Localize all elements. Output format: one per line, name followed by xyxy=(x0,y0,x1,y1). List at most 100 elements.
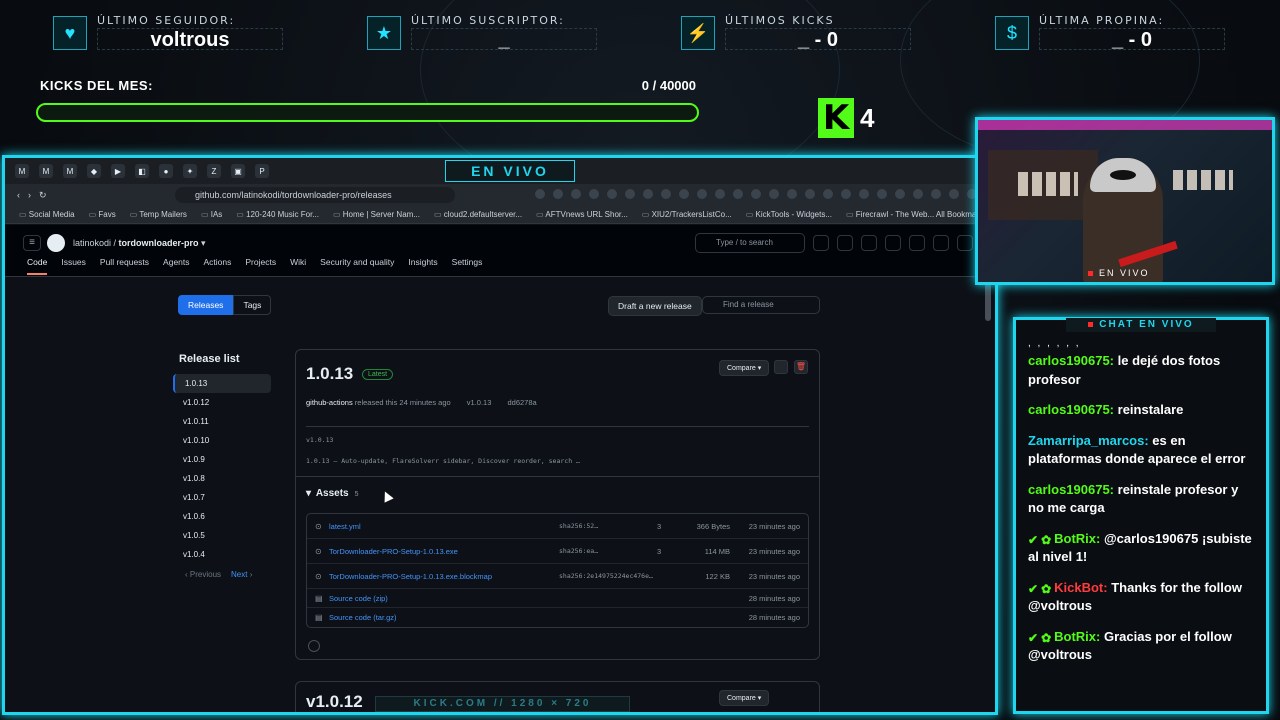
asset-sha[interactable]: sha256:ea… xyxy=(559,547,598,555)
chat-username[interactable]: carlos190675: xyxy=(1028,402,1114,417)
release-list-item[interactable]: v1.0.11 xyxy=(173,412,271,431)
tab-favicon-icon[interactable]: M xyxy=(39,164,53,178)
chat-username[interactable]: BotRix: xyxy=(1054,629,1100,644)
star-icon: ★ xyxy=(367,16,401,50)
scrollbar[interactable] xyxy=(985,281,991,321)
add-reaction-icon[interactable] xyxy=(308,640,320,652)
draft-release-button[interactable]: Draft a new release xyxy=(608,296,702,316)
tags-tab[interactable]: Tags xyxy=(233,295,272,315)
tab-favicon-icon[interactable]: ◆ xyxy=(87,164,101,178)
menu-icon[interactable]: ≡ xyxy=(23,235,41,251)
source-link[interactable]: Source code (tar.gz) xyxy=(329,613,397,622)
hex-lights xyxy=(1173,170,1233,190)
repo-name-link[interactable]: tordownloader-pro xyxy=(119,238,199,248)
assets-toggle[interactable]: ▾ Assets 5 xyxy=(306,488,359,499)
asset-sha[interactable]: sha256:52… xyxy=(559,522,598,530)
asset-time: 23 minutes ago xyxy=(748,522,800,531)
chat-message: Zamarripa_marcos: es en plataformas dond… xyxy=(1028,432,1256,469)
releases-tags-toggle: Releases Tags xyxy=(178,295,272,315)
asset-link[interactable]: TorDownloader-PRO-Setup-1.0.13.exe.block… xyxy=(329,572,492,581)
tab-settings[interactable]: Settings xyxy=(452,257,483,275)
tab-favicon-icon[interactable]: M xyxy=(15,164,29,178)
tab-projects[interactable]: Projects xyxy=(245,257,276,275)
bookmark-item[interactable]: Social Media xyxy=(19,210,75,219)
tab-code[interactable]: Code xyxy=(27,257,48,275)
pager-next[interactable]: Next xyxy=(231,570,247,579)
source-row: ▤ Source code (zip) 28 minutes ago xyxy=(307,589,808,608)
bookmark-item[interactable]: AFTVnews URL Shor... xyxy=(536,210,627,219)
chat-username[interactable]: carlos190675: xyxy=(1028,353,1114,368)
bolt-icon: ⚡ xyxy=(681,16,715,50)
header-action-icons[interactable] xyxy=(813,235,973,251)
github-search-input[interactable]: Type / to search xyxy=(695,233,805,253)
asset-link[interactable]: latest.yml xyxy=(329,522,361,531)
url-field[interactable]: github.com/latinokodi/tordownloader-pro/… xyxy=(175,187,455,203)
pager-previous: Previous xyxy=(189,570,222,579)
release-version[interactable]: v1.0.12 xyxy=(306,692,363,712)
kicks-goal-count: 0 / 40000 xyxy=(641,78,696,93)
back-forward-reload-icon[interactable]: ‹›↻ xyxy=(5,190,65,201)
tab-favicon-icon[interactable]: ▶ xyxy=(111,164,125,178)
bookmark-item[interactable]: XIU2/TrackersListCo... xyxy=(642,210,732,219)
tab-favicon-icon[interactable]: M xyxy=(63,164,77,178)
release-tag[interactable]: v1.0.13 xyxy=(467,398,492,407)
tab-favicon-icon[interactable]: ● xyxy=(159,164,173,178)
release-list-item[interactable]: v1.0.4 xyxy=(173,545,271,564)
bookmark-item[interactable]: KickTools - Widgets... xyxy=(746,210,832,219)
find-release-input[interactable]: Find a release xyxy=(702,296,820,314)
tab-agents[interactable]: Agents xyxy=(163,257,189,275)
chat-username[interactable]: BotRix: xyxy=(1054,531,1100,546)
bookmark-item[interactable]: Favs xyxy=(89,210,115,219)
tab-favicon-icon[interactable]: ✦ xyxy=(183,164,197,178)
bookmark-item[interactable]: IAs xyxy=(201,210,223,219)
edit-release-icon[interactable] xyxy=(774,360,788,374)
address-bar-row: ‹›↻ github.com/latinokodi/tordownloader-… xyxy=(5,184,995,206)
bookmark-item[interactable]: cloud2.defaultserver... xyxy=(434,210,522,219)
release-list-item[interactable]: v1.0.7 xyxy=(173,488,271,507)
chat-username[interactable]: KickBot: xyxy=(1054,580,1107,595)
tab-favicon-icon[interactable]: ◧ xyxy=(135,164,149,178)
release-list-item[interactable]: 1.0.13 xyxy=(173,374,271,393)
tab-favicon-icon[interactable]: ▣ xyxy=(231,164,245,178)
neon-light xyxy=(978,120,1272,130)
release-author[interactable]: github-actions xyxy=(306,398,353,407)
tab-pull-requests[interactable]: Pull requests xyxy=(100,257,149,275)
kick-badge-count: 4 xyxy=(860,103,875,133)
bot-badge-icon: ✿ xyxy=(1041,581,1052,596)
tab-favicon-icon[interactable]: Z xyxy=(207,164,221,178)
bookmark-item[interactable]: Firecrawl - The Web... xyxy=(846,210,934,219)
chat-message: ✔ ✿ KickBot: Thanks for the follow @voltro… xyxy=(1028,579,1256,616)
delete-release-icon[interactable]: 🗑 xyxy=(794,360,808,374)
stat-value: voltrous xyxy=(97,28,283,51)
tab-issues[interactable]: Issues xyxy=(61,257,86,275)
release-list-item[interactable]: v1.0.12 xyxy=(173,393,271,412)
release-list-item[interactable]: v1.0.10 xyxy=(173,431,271,450)
tab-security[interactable]: Security and quality xyxy=(320,257,394,275)
tab-actions[interactable]: Actions xyxy=(204,257,232,275)
chat-username[interactable]: Zamarripa_marcos: xyxy=(1028,433,1149,448)
releases-tab[interactable]: Releases xyxy=(178,295,234,315)
tab-insights[interactable]: Insights xyxy=(408,257,437,275)
source-link[interactable]: Source code (zip) xyxy=(329,594,388,603)
bookmarks-bar: Social Media Favs Temp Mailers IAs 120-2… xyxy=(5,206,995,224)
asset-link[interactable]: TorDownloader-PRO-Setup-1.0.13.exe xyxy=(329,547,458,556)
bookmark-item[interactable]: 120-240 Music For... xyxy=(236,210,319,219)
release-list-item[interactable]: v1.0.9 xyxy=(173,450,271,469)
release-list-item[interactable]: v1.0.8 xyxy=(173,469,271,488)
compare-button[interactable]: Compare ▾ xyxy=(719,690,770,706)
release-list-item[interactable]: v1.0.5 xyxy=(173,526,271,545)
bookmark-item[interactable]: Home | Server Nam... xyxy=(333,210,420,219)
asset-sha[interactable]: sha256:2e14975224ec476e… xyxy=(559,572,653,580)
release-version[interactable]: 1.0.13 xyxy=(306,364,353,384)
release-commit[interactable]: dd6278a xyxy=(508,398,537,407)
bookmark-item[interactable]: Temp Mailers xyxy=(130,210,187,219)
github-logo-icon[interactable] xyxy=(47,234,65,252)
chat-username[interactable]: carlos190675: xyxy=(1028,482,1114,497)
stat-label: ÚLTIMO SEGUIDOR: xyxy=(97,14,236,27)
compare-button[interactable]: Compare ▾ xyxy=(719,360,770,376)
repo-owner-link[interactable]: latinokodi xyxy=(73,238,111,248)
tab-wiki[interactable]: Wiki xyxy=(290,257,306,275)
release-list-item[interactable]: v1.0.6 xyxy=(173,507,271,526)
extension-icons[interactable] xyxy=(535,189,995,199)
tab-favicon-icon[interactable]: P xyxy=(255,164,269,178)
